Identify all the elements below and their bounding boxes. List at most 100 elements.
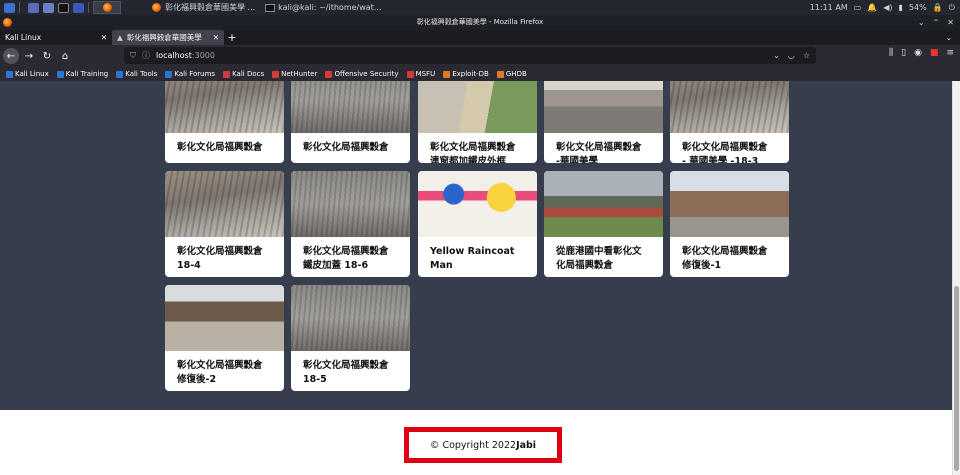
panel-tray: 11:11 AM ▭ 🔔 ◀) ▮ 54% 🔒 ⏻ — [810, 3, 960, 13]
panel-separator — [19, 2, 20, 13]
gallery-card[interactable]: 彰化文化局福興穀倉 18-4 — [165, 171, 284, 277]
taskbar-terminal[interactable]: kali@kali: ~/ithome/wat... — [262, 0, 384, 15]
url-text[interactable]: localhost:3000 — [156, 51, 215, 60]
gallery-card[interactable]: 彰化文化局福興穀倉 -華國美學 — [544, 81, 663, 163]
caption-line: 化局福興穀倉 — [556, 260, 614, 271]
site-info-icon[interactable]: ⓘ — [142, 50, 150, 61]
gallery-card[interactable]: 彰化文化局福興穀倉 連窗都加鐵皮外框 — [418, 81, 537, 163]
caption-line: - 華國美學 -18-3 — [682, 156, 759, 163]
gallery-card[interactable]: 彰化文化局福興穀倉 - 華國美學 -18-3 — [670, 81, 789, 163]
maximize-icon[interactable]: ⌃ — [933, 15, 940, 30]
page-scrollbar[interactable] — [952, 81, 960, 475]
home-button[interactable]: ⌂ — [57, 48, 73, 64]
card-image — [544, 81, 663, 133]
caption-line: 彰化文化局福興穀倉 — [177, 246, 263, 257]
bookmark-item[interactable]: Kali Tools — [116, 70, 157, 78]
card-image — [291, 285, 410, 351]
caption-line: 彰化文化局福興穀倉 — [303, 142, 389, 153]
address-actions: ⌄ ◡ ☆ — [773, 51, 810, 60]
tab-favicon-icon: ▲ — [117, 33, 123, 42]
bookmark-label: Kali Docs — [232, 70, 265, 78]
volume-icon[interactable]: ◀) — [883, 3, 892, 12]
chevron-down-icon[interactable]: ⌄ — [773, 51, 780, 60]
card-image — [165, 171, 284, 237]
back-button[interactable]: ← — [3, 48, 19, 64]
close-icon[interactable]: ✕ — [947, 15, 954, 30]
card-image — [670, 171, 789, 237]
bookmark-item[interactable]: Kali Training — [56, 70, 108, 78]
card-image — [670, 81, 789, 133]
sidebar-icon[interactable]: ▯ — [901, 48, 906, 58]
desktop-icon[interactable] — [28, 2, 39, 13]
tracking-protection-icon[interactable]: ⛉ — [130, 51, 136, 61]
bookmark-item[interactable]: GHDB — [496, 70, 527, 78]
desktop-panel: 彰化福興穀倉華國美學 ... kali@kali: ~/ithome/wat..… — [0, 0, 960, 15]
gallery-card[interactable]: 彰化文化局福興穀倉 修復後-1 — [670, 171, 789, 277]
caption-line: 18-4 — [177, 260, 201, 271]
library-icon[interactable]: ⫼ — [889, 48, 893, 58]
bookmark-item[interactable]: Offensive Security — [325, 70, 399, 78]
terminal-icon — [265, 3, 276, 12]
tab-kali-linux[interactable]: Kali Linux ✕ — [0, 30, 112, 45]
tab-close-icon[interactable]: ✕ — [213, 33, 219, 42]
monitor-icon[interactable]: ▭ — [854, 3, 862, 12]
url-host: localhost — [156, 51, 192, 60]
power-icon[interactable]: ⏻ — [949, 3, 955, 13]
card-image — [165, 285, 284, 351]
firefox-icon — [152, 3, 161, 12]
tab-close-icon[interactable]: ✕ — [101, 33, 107, 42]
caption-line: 彰化文化局福興穀倉 — [303, 360, 389, 371]
kali-menu-icon[interactable] — [4, 2, 15, 13]
list-tabs-icon[interactable]: ⌄ — [946, 30, 960, 45]
bookmark-item[interactable]: Kali Linux — [6, 70, 49, 78]
reload-button[interactable]: ↻ — [39, 48, 55, 64]
battery-icon[interactable]: ▮ — [899, 3, 903, 12]
files-icon[interactable] — [43, 2, 54, 13]
card-caption: 從鹿港國中看彰化文 化局福興穀倉 — [544, 237, 663, 273]
gallery-card[interactable]: 彰化文化局福興穀倉 — [165, 81, 284, 163]
notification-bell-icon[interactable]: 🔔 — [867, 3, 877, 12]
clock[interactable]: 11:11 AM — [810, 3, 848, 12]
bookmark-item[interactable]: NetHunter — [272, 70, 317, 78]
gallery-card[interactable]: 彰化文化局福興穀倉 — [291, 81, 410, 163]
window-title: 彰化福興穀倉華國美學 - Mozilla Firefox — [416, 18, 544, 26]
bookmark-favicon-icon — [325, 70, 333, 78]
account-icon[interactable]: ◉ — [914, 48, 922, 58]
workspace-icon[interactable] — [73, 2, 84, 13]
workspace-switcher[interactable] — [93, 1, 121, 14]
terminal-icon[interactable] — [58, 2, 69, 13]
bookmark-item[interactable]: Kali Docs — [223, 70, 264, 78]
address-bar[interactable]: ⛉ ⓘ localhost:3000 ⌄ ◡ ☆ — [124, 47, 816, 64]
card-caption: 彰化文化局福興穀倉 18-5 — [291, 351, 410, 387]
window-titlebar: 彰化福興穀倉華國美學 - Mozilla Firefox ⌄ ⌃ ✕ — [0, 15, 960, 30]
bookmark-item[interactable]: MSFU — [406, 70, 435, 78]
bookmark-star-icon[interactable]: ☆ — [803, 51, 810, 60]
scrollbar-thumb[interactable] — [954, 286, 959, 471]
extension-icon[interactable]: ■ — [930, 48, 939, 58]
pocket-icon[interactable]: ◡ — [788, 51, 795, 60]
bookmark-item[interactable]: Kali Forums — [165, 70, 215, 78]
caption-line: 彰化文化局福興穀倉 — [682, 246, 768, 257]
bookmark-item[interactable]: Exploit-DB — [443, 70, 489, 78]
gallery-card[interactable]: Yellow Raincoat Man — [418, 171, 537, 277]
caption-line: 從鹿港國中看彰化文 — [556, 246, 642, 257]
panel-separator — [88, 2, 89, 13]
gallery-card[interactable]: 彰化文化局福興穀倉 18-5 — [291, 285, 410, 391]
card-image — [291, 81, 410, 133]
bookmark-favicon-icon — [406, 70, 414, 78]
tab-granary[interactable]: ▲ 彰化福興穀倉華國美學 ✕ — [112, 30, 224, 45]
menu-icon[interactable]: ≡ — [946, 48, 954, 58]
bookmark-label: Offensive Security — [334, 70, 399, 78]
gallery-card[interactable]: 從鹿港國中看彰化文 化局福興穀倉 — [544, 171, 663, 277]
bookmark-label: NetHunter — [281, 70, 318, 78]
lock-icon[interactable]: 🔒 — [933, 3, 943, 12]
minimize-icon[interactable]: ⌄ — [918, 15, 925, 30]
copyright-brand: Jabi — [516, 439, 537, 451]
forward-button[interactable]: → — [21, 48, 37, 64]
gallery-card[interactable]: 彰化文化局福興穀倉 修復後-2 — [165, 285, 284, 391]
new-tab-button[interactable]: + — [224, 30, 240, 45]
card-caption: 彰化文化局福興穀倉 18-4 — [165, 237, 284, 273]
taskbar-firefox[interactable]: 彰化福興穀倉華國美學 ... — [149, 0, 258, 15]
card-caption: 彰化文化局福興穀倉 -華國美學 — [544, 133, 663, 163]
gallery-card[interactable]: 彰化文化局福興穀倉 鐵皮加蓋 18-6 — [291, 171, 410, 277]
